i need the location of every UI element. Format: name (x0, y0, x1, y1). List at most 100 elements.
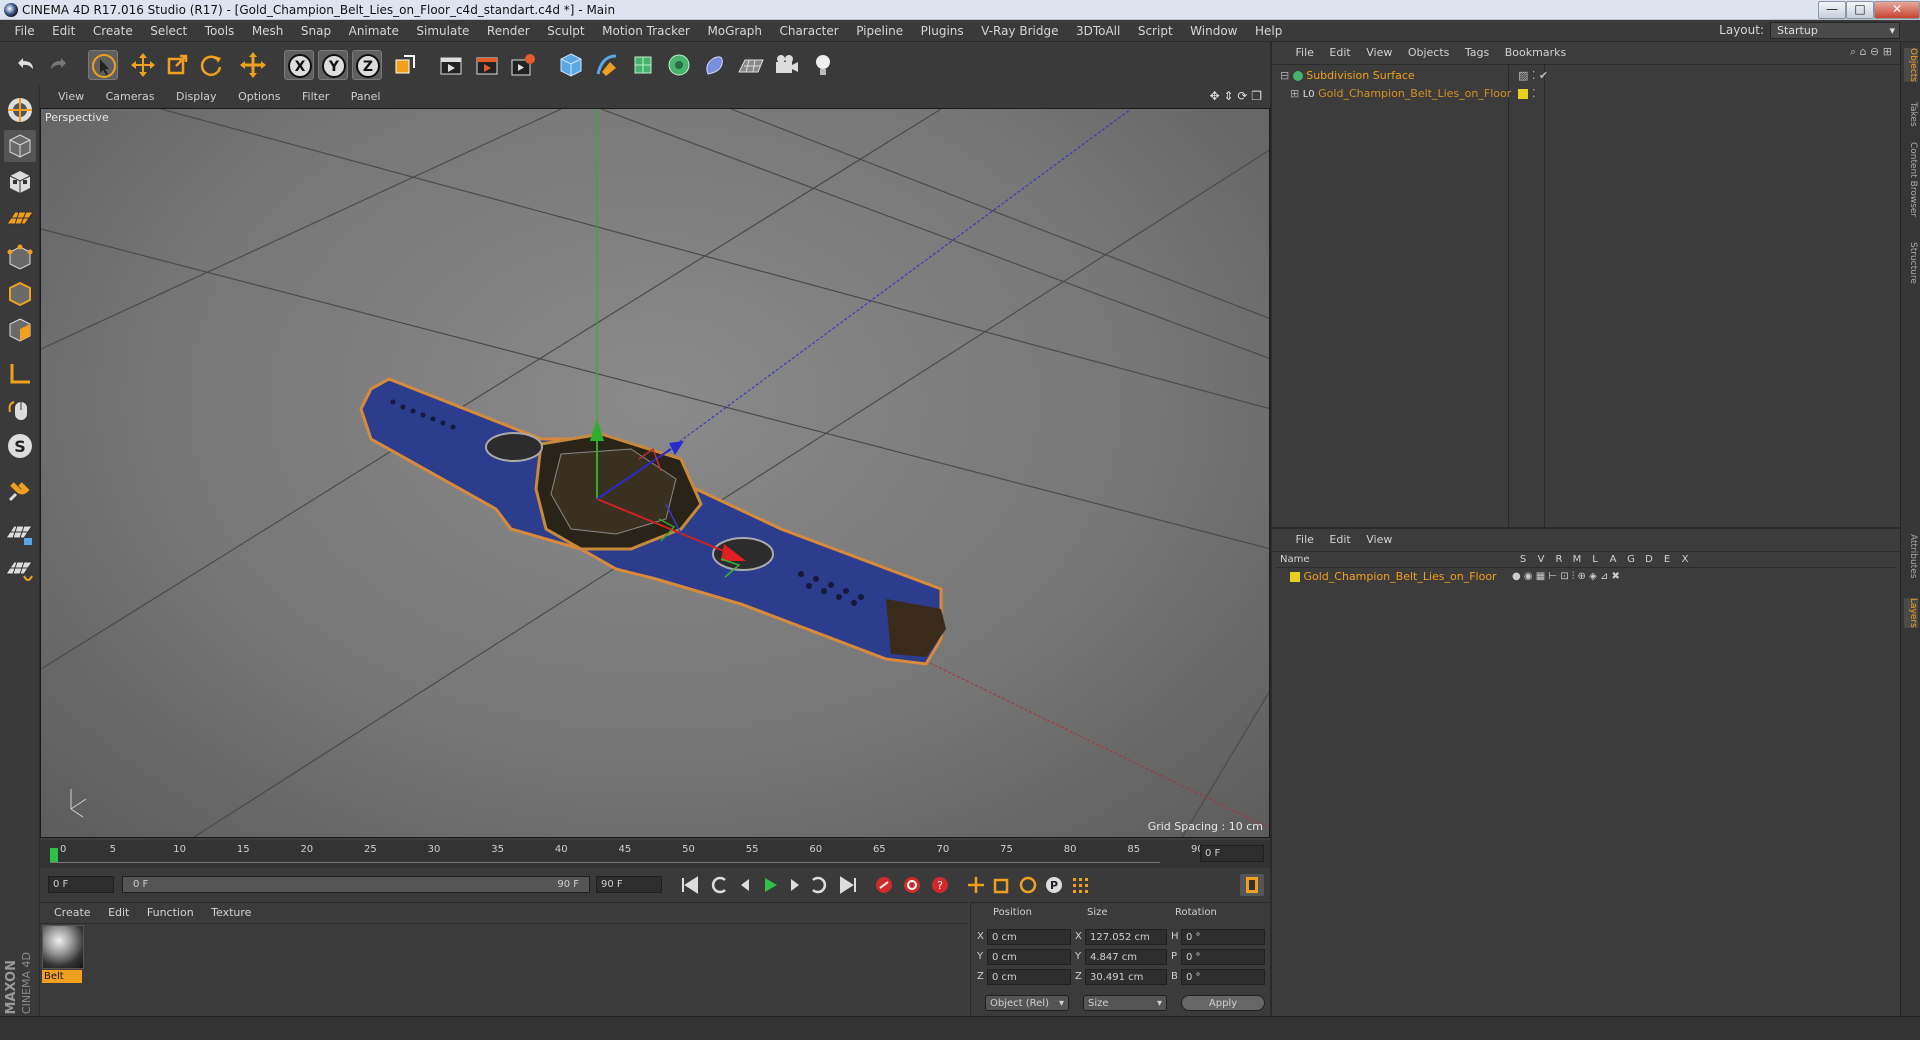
rot-b-field[interactable]: 0 ° (1181, 969, 1265, 985)
maximize-button[interactable]: □ (1846, 1, 1874, 19)
autokey-icon[interactable] (900, 874, 924, 896)
tab-content-browser[interactable]: Content Browser (1904, 142, 1918, 217)
cube-icon[interactable] (556, 50, 586, 80)
menu-select[interactable]: Select (143, 20, 194, 42)
timeline-layout-icon[interactable] (1240, 874, 1264, 896)
tab-attributes[interactable]: Attributes (1904, 534, 1918, 578)
menu-script[interactable]: Script (1131, 20, 1180, 42)
start-frame-field[interactable]: 0 F (48, 876, 114, 893)
layer-toggle-icons[interactable]: ● ◉ ▦ ⊢ ⊡ ⫶ ⊕ ◈ ⊿ ✖ (1512, 569, 1620, 585)
menu-simulate[interactable]: Simulate (409, 20, 476, 42)
layer-column-l[interactable]: L (1586, 553, 1604, 567)
undo-icon[interactable] (10, 50, 40, 80)
size-mode-dropdown[interactable]: Size ▾ (1083, 995, 1167, 1011)
lock-workplane-icon[interactable] (4, 518, 36, 550)
viewport-navigation-icons[interactable]: ✥ ⇕ ⟳ ❐ (1210, 89, 1262, 103)
object-menu-objects[interactable]: Objects (1408, 42, 1450, 64)
material-menu-function[interactable]: Function (147, 903, 194, 923)
menu-mesh[interactable]: Mesh (245, 20, 291, 42)
pos-x-field[interactable]: 0 cm (987, 929, 1071, 945)
menu-help[interactable]: Help (1248, 20, 1289, 42)
object-menu-edit[interactable]: Edit (1329, 42, 1350, 64)
viewport-menu-view[interactable]: View (58, 86, 84, 108)
expand-icon[interactable]: ⊞ (1290, 87, 1299, 100)
layer-column-x[interactable]: X (1676, 553, 1694, 567)
object-menu-file[interactable]: File (1296, 42, 1314, 64)
key-rotation-icon[interactable] (1016, 874, 1040, 896)
object-menu-bookmarks[interactable]: Bookmarks (1505, 42, 1566, 64)
x-axis-icon[interactable]: X (284, 50, 314, 80)
size-z-field[interactable]: 30.491 cm (1085, 969, 1167, 985)
menu-file[interactable]: File (8, 20, 42, 42)
menu-render[interactable]: Render (480, 20, 537, 42)
menu-sculpt[interactable]: Sculpt (540, 20, 591, 42)
z-axis-icon[interactable]: Z (352, 50, 382, 80)
rot-h-field[interactable]: 0 ° (1181, 929, 1265, 945)
render-picture-viewer-icon[interactable] (472, 50, 502, 80)
material-swatch[interactable]: Belt (42, 925, 84, 985)
key-scale-icon[interactable] (990, 874, 1014, 896)
layer-column-m[interactable]: M (1568, 553, 1586, 567)
y-axis-icon[interactable]: Y (318, 50, 348, 80)
menu-vray-bridge[interactable]: V-Ray Bridge (974, 20, 1065, 42)
camera-icon[interactable] (772, 50, 802, 80)
menu-character[interactable]: Character (772, 20, 845, 42)
menu-plugins[interactable]: Plugins (914, 20, 971, 42)
layer-column-v[interactable]: V (1532, 553, 1550, 567)
layer-column-g[interactable]: G (1622, 553, 1640, 567)
points-mode-icon[interactable] (4, 242, 36, 274)
record-keys-icon[interactable] (872, 874, 896, 896)
tab-layers[interactable]: Layers (1904, 598, 1918, 628)
play-icon[interactable] (758, 874, 782, 896)
object-row-belt[interactable]: ⊞ L0 Gold_Champion_Belt_Lies_on_Floor ⁚ (1290, 86, 1890, 102)
expand-icon[interactable]: ⊟ (1280, 69, 1289, 82)
menu-animate[interactable]: Animate (342, 20, 406, 42)
close-button[interactable]: ✕ (1874, 1, 1920, 19)
layer-column-d[interactable]: D (1640, 553, 1658, 567)
current-frame-field[interactable]: 0 F (1200, 845, 1264, 862)
texture-mode-icon[interactable] (4, 166, 36, 198)
layer-column-a[interactable]: A (1604, 553, 1622, 567)
menu-pipeline[interactable]: Pipeline (849, 20, 910, 42)
redo-icon[interactable] (44, 50, 74, 80)
next-key-icon[interactable] (806, 874, 830, 896)
render-view-icon[interactable] (436, 50, 466, 80)
layer-row[interactable]: Gold_Champion_Belt_Lies_on_Floor ● ◉ ▦ ⊢… (1290, 569, 1890, 585)
previous-key-icon[interactable] (708, 874, 732, 896)
menu-create[interactable]: Create (86, 20, 140, 42)
keyframe-selection-icon[interactable]: ? (928, 874, 952, 896)
tab-objects[interactable]: Objects (1904, 48, 1918, 83)
layer-column-e[interactable]: E (1658, 553, 1676, 567)
key-pla-icon[interactable] (1068, 874, 1092, 896)
object-manager-search-icon[interactable]: ⌕ ⌂ ⊖ ⊞ (1850, 45, 1892, 59)
tab-structure[interactable]: Structure (1904, 242, 1918, 284)
cloner-icon[interactable] (664, 50, 694, 80)
viewport-menu-options[interactable]: Options (238, 86, 280, 108)
go-to-start-icon[interactable] (678, 874, 702, 896)
key-position-icon[interactable] (964, 874, 988, 896)
material-menu-edit[interactable]: Edit (108, 903, 129, 923)
minimize-button[interactable]: — (1818, 1, 1846, 19)
floor-icon[interactable] (736, 50, 766, 80)
object-menu-tags[interactable]: Tags (1465, 42, 1489, 64)
layer-menu-edit[interactable]: Edit (1329, 529, 1350, 551)
material-menu-texture[interactable]: Texture (211, 903, 251, 923)
viewport-menu-display[interactable]: Display (176, 86, 217, 108)
viewport-menu-cameras[interactable]: Cameras (106, 86, 155, 108)
menu-snap[interactable]: Snap (294, 20, 338, 42)
menu-window[interactable]: Window (1183, 20, 1244, 42)
tab-takes[interactable]: Takes (1904, 102, 1918, 127)
size-x-field[interactable]: 127.052 cm (1085, 929, 1167, 945)
menu-motion-tracker[interactable]: Motion Tracker (595, 20, 697, 42)
menu-tools[interactable]: Tools (198, 20, 242, 42)
pos-z-field[interactable]: 0 cm (987, 969, 1071, 985)
planar-workplane-icon[interactable] (4, 554, 36, 586)
magnet-icon[interactable] (4, 474, 36, 506)
menu-edit[interactable]: Edit (45, 20, 82, 42)
menu-3dtoall[interactable]: 3DToAll (1069, 20, 1127, 42)
coordinate-system-icon[interactable] (390, 50, 420, 80)
axis-mode-icon[interactable] (4, 358, 36, 390)
apply-button[interactable]: Apply (1181, 995, 1265, 1011)
layer-color-swatch[interactable] (1290, 572, 1300, 582)
light-icon[interactable] (808, 50, 838, 80)
